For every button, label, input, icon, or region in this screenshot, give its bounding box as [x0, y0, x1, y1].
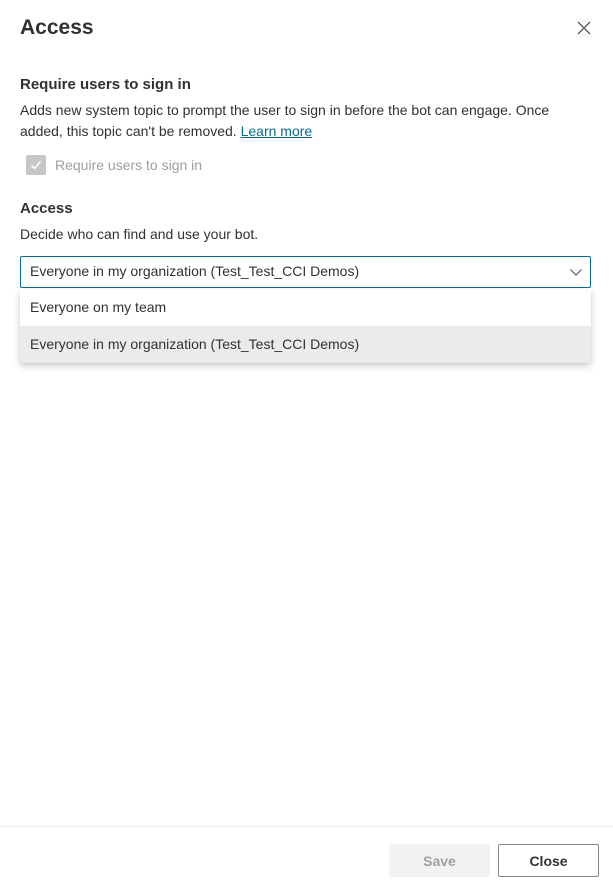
access-description: Decide who can find and use your bot. [20, 226, 259, 242]
learn-more-link[interactable]: Learn more [241, 123, 313, 139]
option-everyone-in-organization[interactable]: Everyone in my organization (Test_Test_C… [20, 326, 591, 363]
close-icon [577, 21, 591, 35]
require-signin-checkbox-label: Require users to sign in [55, 157, 203, 173]
checkmark-icon [30, 160, 42, 170]
chevron-down-icon [570, 269, 582, 276]
signin-description-block: Adds new system topic to prompt the user… [20, 100, 590, 142]
option-everyone-on-team[interactable]: Everyone on my team [20, 289, 591, 326]
signin-heading: Require users to sign in [20, 76, 191, 93]
access-panel: Access Require users to sign in Adds new… [0, 0, 613, 889]
panel-title: Access [20, 16, 94, 39]
footer-divider [0, 826, 613, 827]
access-dropdown-options: Everyone on my team Everyone in my organ… [20, 289, 591, 363]
require-signin-checkbox[interactable] [26, 155, 46, 175]
access-dropdown[interactable]: Everyone in my organization (Test_Test_C… [20, 256, 591, 288]
close-button[interactable]: Close [498, 844, 599, 877]
close-panel-button[interactable] [572, 16, 596, 40]
save-button[interactable]: Save [389, 844, 490, 877]
access-heading: Access [20, 200, 73, 217]
require-signin-checkbox-row: Require users to sign in [26, 155, 202, 175]
access-dropdown-value: Everyone in my organization (Test_Test_C… [30, 263, 360, 279]
